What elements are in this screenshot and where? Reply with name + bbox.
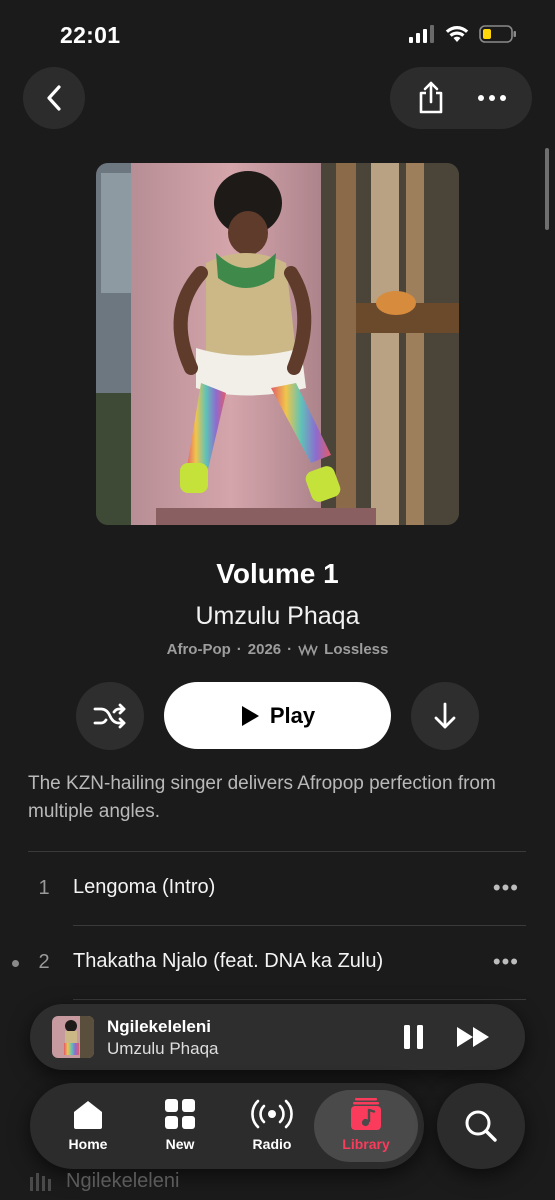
album-year: 2026 <box>247 641 282 658</box>
track-row[interactable]: 2 Thakatha Njalo (feat. DNA ka Zulu) ••• <box>0 926 555 1000</box>
status-time: 22:01 <box>60 22 121 48</box>
album-artist-link[interactable]: Umzulu Phaqa <box>0 602 555 631</box>
share-icon <box>419 81 442 114</box>
tab-bar: Home New Radio Library <box>30 1083 424 1169</box>
meta-separator: · <box>236 641 242 658</box>
status-icons <box>409 25 517 43</box>
forward-icon <box>457 1027 489 1047</box>
battery-icon <box>479 25 516 43</box>
track-title: Lengoma (Intro) <box>73 876 216 898</box>
tab-new[interactable]: New <box>134 1090 226 1162</box>
partially-visible-track: Ngilekeleleni <box>30 1170 179 1193</box>
cellular-signal-icon <box>409 25 434 43</box>
meta-separator: · <box>287 641 293 658</box>
tab-label: Home <box>68 1136 108 1152</box>
mini-player-artwork <box>52 1016 94 1058</box>
tab-label: Radio <box>252 1136 292 1152</box>
album-quality: Lossless <box>324 641 389 658</box>
pause-button[interactable] <box>400 1022 428 1052</box>
mini-player[interactable]: Ngilekeleleni Umzulu Phaqa <box>30 1004 525 1070</box>
wifi-icon <box>445 26 469 42</box>
track-number: 1 <box>38 877 50 899</box>
tab-home[interactable]: Home <box>42 1090 134 1162</box>
track-more-button[interactable]: ••• <box>493 949 519 975</box>
tab-library[interactable]: Library <box>314 1090 418 1162</box>
tab-radio[interactable]: Radio <box>226 1090 318 1162</box>
back-button[interactable] <box>23 67 85 129</box>
broadcast-icon <box>251 1099 293 1129</box>
music-library-icon <box>351 1098 381 1130</box>
playing-bars-icon <box>30 1172 51 1191</box>
track-more-button[interactable]: ••• <box>493 875 519 901</box>
share-button[interactable] <box>403 70 459 126</box>
lossless-icon <box>298 643 318 656</box>
download-arrow-icon <box>434 702 456 729</box>
more-options-button[interactable] <box>464 70 520 126</box>
pause-icon <box>404 1025 423 1049</box>
play-icon <box>241 705 259 726</box>
house-icon <box>74 1101 102 1129</box>
top-actions-group <box>390 67 532 129</box>
download-button[interactable] <box>411 682 479 750</box>
tab-label: Library <box>342 1136 390 1152</box>
album-title: Volume 1 <box>216 558 339 589</box>
chevron-left-icon <box>47 85 61 111</box>
status-bar: 22:01 <box>0 0 555 70</box>
album-artwork <box>96 163 459 525</box>
track-row[interactable]: 1 Lengoma (Intro) ••• <box>0 852 555 926</box>
divider <box>73 999 526 1000</box>
track-title: Thakatha Njalo (feat. DNA ka Zulu) <box>73 950 384 972</box>
shuffle-icon <box>93 703 126 729</box>
track-number: 2 <box>38 951 50 973</box>
next-track-button[interactable] <box>454 1022 494 1052</box>
now-playing-artist: Umzulu Phaqa <box>107 1039 219 1058</box>
album-genre: Afro-Pop <box>166 641 231 658</box>
play-label: Play <box>269 702 316 728</box>
shuffle-button[interactable] <box>76 682 144 750</box>
download-status-dot <box>12 960 19 967</box>
now-playing-title: Ngilekeleleni <box>107 1017 211 1036</box>
album-meta: Afro-Pop · 2026 · Lossless <box>0 641 555 658</box>
ellipsis-icon <box>477 95 506 101</box>
tab-label: New <box>165 1136 195 1152</box>
play-button[interactable]: Play <box>164 682 391 749</box>
grid-icon <box>165 1099 195 1129</box>
scroll-indicator[interactable] <box>545 148 549 230</box>
search-icon <box>465 1110 497 1142</box>
search-button[interactable] <box>437 1083 525 1169</box>
partial-track-title: Ngilekeleleni <box>66 1170 180 1192</box>
album-description: The KZN-hailing singer delivers Afropop … <box>28 773 496 822</box>
